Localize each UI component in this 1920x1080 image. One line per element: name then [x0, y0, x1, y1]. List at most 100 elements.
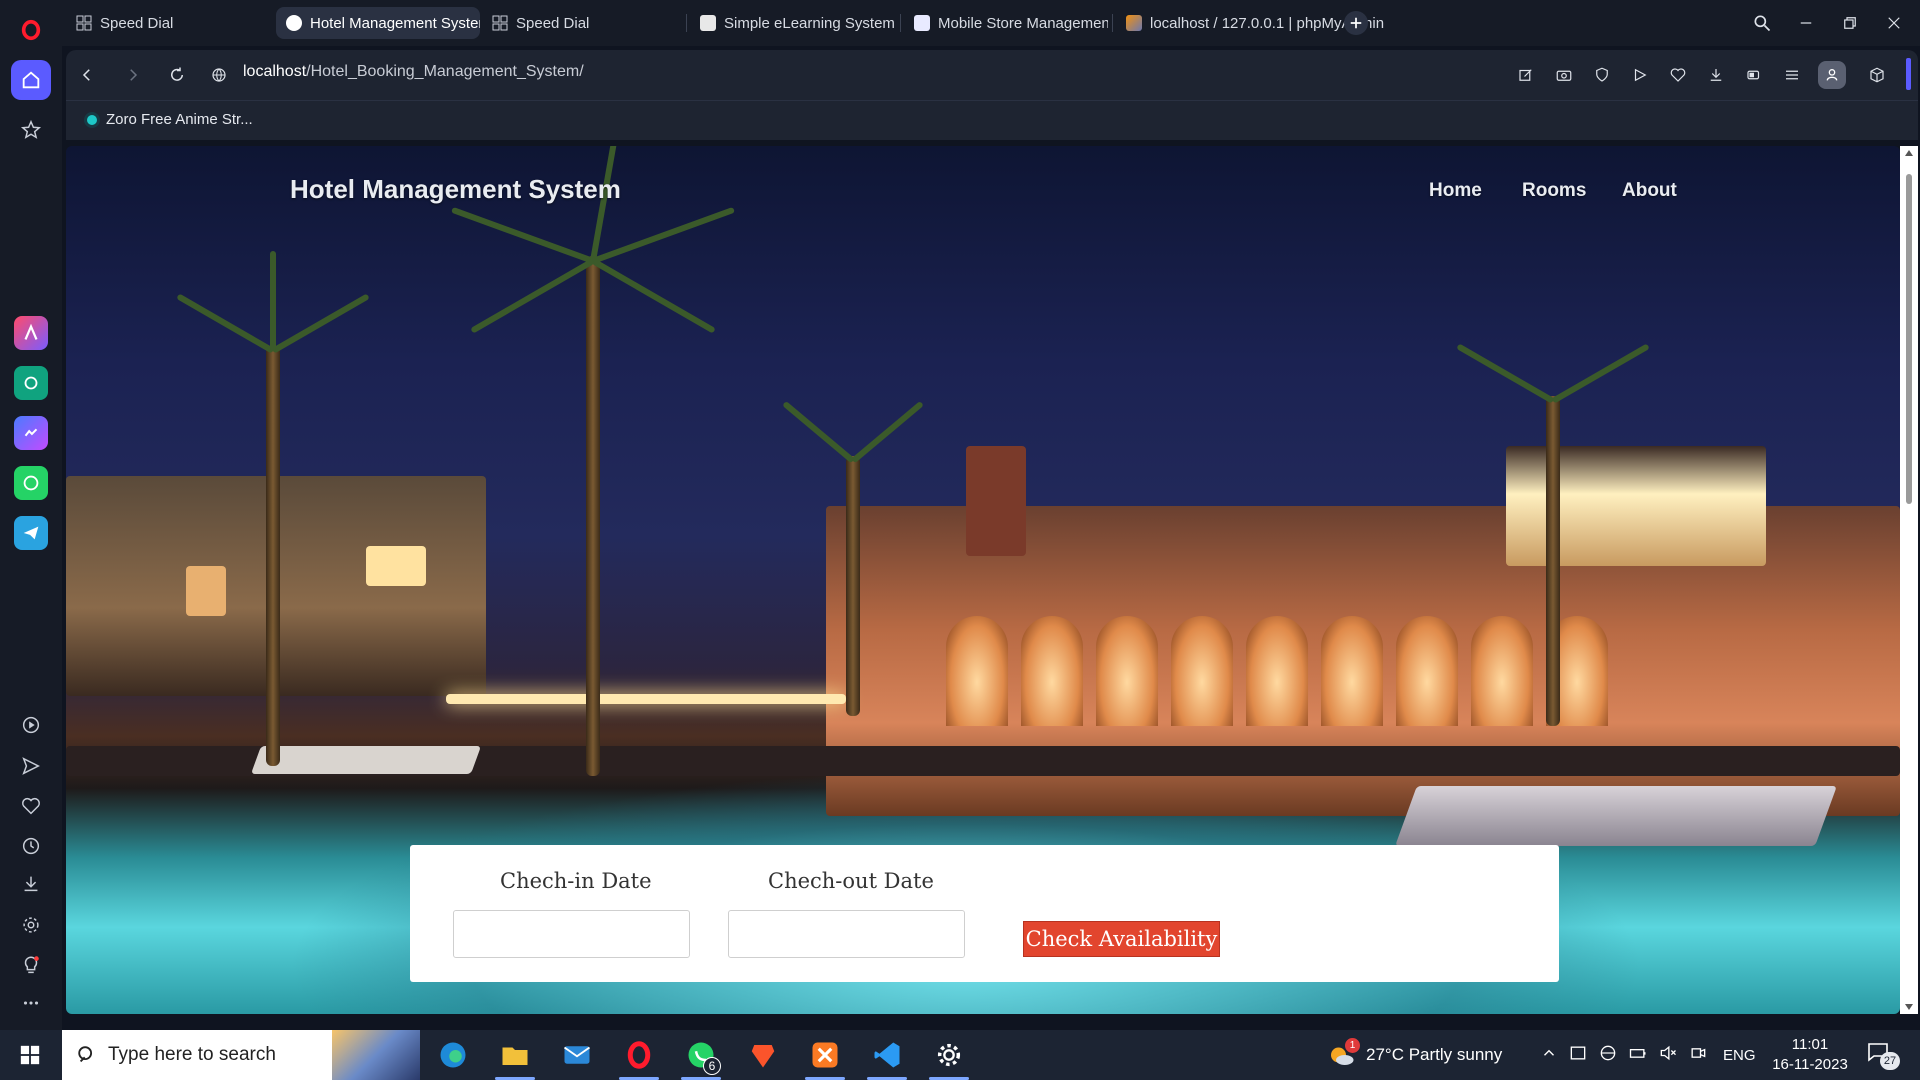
tab-label: Mobile Store Management: [938, 14, 1108, 32]
easy-setup-icon[interactable]: [1779, 62, 1805, 88]
clock-time: 11:01: [1791, 1036, 1829, 1053]
nav-about[interactable]: About: [1622, 180, 1677, 202]
bookmark-zoro[interactable]: Zoro Free Anime Str...: [84, 111, 253, 128]
speed-dial-icon: [492, 15, 508, 31]
edit-page-icon[interactable]: [1513, 62, 1539, 88]
lit-window: [366, 546, 426, 586]
downloads-icon[interactable]: [11, 864, 51, 904]
clock-date: 16-11-2023: [1772, 1056, 1848, 1073]
page-scrollbar[interactable]: [1900, 146, 1918, 1014]
palm-tree: [1546, 396, 1560, 726]
extensions-cube-icon[interactable]: [1864, 62, 1890, 88]
volume-muted-icon[interactable]: [1658, 1043, 1678, 1068]
checkout-label: Chech-out Date: [768, 869, 934, 893]
weather-sun-icon: 1: [1326, 1038, 1360, 1070]
brave-app-icon[interactable]: [739, 1035, 787, 1075]
notification-center-icon[interactable]: 27: [1866, 1030, 1900, 1080]
scroll-down-icon[interactable]: [1905, 1004, 1913, 1010]
file-explorer-icon[interactable]: [491, 1035, 539, 1080]
lounge-chairs: [1395, 786, 1837, 846]
back-icon[interactable]: [72, 60, 102, 90]
checkin-date-input[interactable]: [453, 910, 690, 958]
globe-icon: [286, 15, 302, 31]
opera-taskbar-icon[interactable]: [615, 1035, 663, 1080]
site-brand[interactable]: Hotel Management System: [290, 174, 621, 205]
home-icon[interactable]: [11, 60, 51, 100]
palm-tree: [846, 456, 860, 716]
weather-widget[interactable]: 1 27°C Partly sunny: [1326, 1030, 1502, 1080]
aria-app-icon[interactable]: [11, 313, 51, 353]
minimize-icon[interactable]: [1792, 10, 1820, 36]
messenger-app-icon[interactable]: [11, 413, 51, 453]
forward-icon[interactable]: [118, 60, 148, 90]
search-icon: [76, 1044, 98, 1071]
deck-lights: [446, 694, 846, 704]
flow-icon[interactable]: [1627, 62, 1653, 88]
tab-hotel-management[interactable]: Hotel Management System: [276, 7, 480, 39]
battery-icon[interactable]: [1628, 1043, 1648, 1068]
tab-speed-dial-2[interactable]: Speed Dial: [482, 7, 682, 39]
checkout-date-input[interactable]: [728, 910, 965, 958]
page-favicon-icon: [914, 15, 930, 31]
more-icon[interactable]: [11, 983, 51, 1023]
palm-tree: [586, 256, 600, 776]
send-icon[interactable]: [11, 746, 51, 786]
scroll-up-icon[interactable]: [1905, 150, 1913, 156]
settings-icon[interactable]: [11, 905, 51, 945]
network-globe-icon[interactable]: [1598, 1043, 1618, 1068]
restore-icon[interactable]: [1836, 10, 1864, 36]
opera-logo-icon[interactable]: [11, 10, 51, 50]
clock[interactable]: 11:01 16-11-2023: [1770, 1030, 1850, 1080]
weather-badge: 1: [1345, 1038, 1360, 1053]
camera-tray-icon[interactable]: [1688, 1043, 1708, 1068]
system-tray-icons: [1540, 1030, 1708, 1080]
tab-search-icon[interactable]: [1748, 10, 1776, 36]
heart-icon[interactable]: [11, 786, 51, 826]
battery-saver-icon[interactable]: [1741, 62, 1767, 88]
windows-start-icon[interactable]: [6, 1035, 54, 1075]
url-field[interactable]: localhost/Hotel_Booking_Management_Syste…: [243, 63, 584, 81]
search-placeholder: Type here to search: [108, 1044, 276, 1065]
tab-label: Speed Dial: [516, 14, 590, 32]
tab-elearning[interactable]: Simple eLearning System: [690, 7, 896, 39]
telegram-app-icon[interactable]: [11, 513, 51, 553]
nav-home[interactable]: Home: [1429, 180, 1482, 202]
nav-rooms[interactable]: Rooms: [1522, 180, 1586, 202]
page-favicon-icon: [700, 15, 716, 31]
history-icon[interactable]: [11, 826, 51, 866]
settings-gear-icon[interactable]: [925, 1035, 973, 1080]
star-icon[interactable]: [11, 110, 51, 150]
tab-strip: Speed Dial Hotel Management System Speed…: [62, 0, 1920, 46]
chatgpt-app-icon[interactable]: [11, 363, 51, 403]
phpmyadmin-icon: [1126, 15, 1142, 31]
tab-speed-dial-1[interactable]: Speed Dial: [66, 7, 276, 39]
mail-app-icon[interactable]: [553, 1035, 601, 1075]
adblock-shield-icon[interactable]: [1589, 62, 1615, 88]
tips-bulb-icon[interactable]: [11, 945, 51, 985]
sidebar-toggle-indicator: [1906, 58, 1911, 90]
player-icon[interactable]: [11, 705, 51, 745]
checkin-label: Chech-in Date: [500, 869, 652, 893]
site-globe-icon[interactable]: [204, 60, 234, 90]
whatsapp-app-icon[interactable]: [11, 463, 51, 503]
xampp-tray-icon[interactable]: [1568, 1043, 1588, 1068]
show-hidden-icons-icon[interactable]: [1540, 1044, 1558, 1067]
download-icon[interactable]: [1703, 62, 1729, 88]
check-availability-button[interactable]: Check Availability: [1023, 921, 1220, 957]
bookmark-favicon-icon: [84, 111, 100, 128]
whatsapp-taskbar-icon[interactable]: 6: [677, 1035, 725, 1080]
language-indicator[interactable]: ENG: [1723, 1030, 1756, 1080]
profile-icon[interactable]: [1818, 61, 1846, 89]
close-icon[interactable]: [1880, 10, 1908, 36]
new-tab-plus-icon[interactable]: [1344, 11, 1368, 35]
reload-icon[interactable]: [162, 60, 192, 90]
snapshot-camera-icon[interactable]: [1551, 62, 1577, 88]
scroll-thumb[interactable]: [1906, 174, 1912, 504]
taskbar-search-box[interactable]: Type here to search: [62, 1030, 420, 1080]
xampp-app-icon[interactable]: [801, 1035, 849, 1080]
tab-mobile-store[interactable]: Mobile Store Management: [904, 7, 1108, 39]
vscode-app-icon[interactable]: [863, 1035, 911, 1080]
favorite-heart-icon[interactable]: [1665, 62, 1691, 88]
lounge-chairs: [250, 746, 482, 774]
edge-app-icon[interactable]: [429, 1035, 477, 1075]
